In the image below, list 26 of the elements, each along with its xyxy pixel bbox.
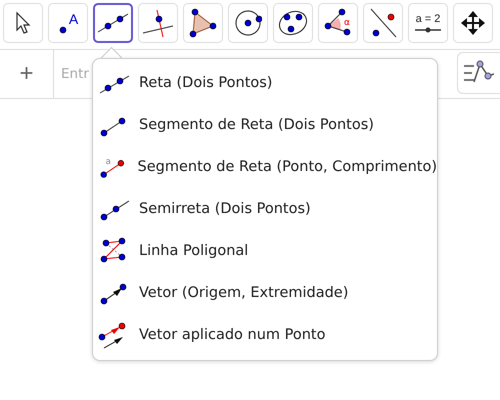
tool-button[interactable]: α [318, 3, 358, 43]
line-icon [96, 11, 130, 35]
reflect-icon [368, 7, 398, 39]
angle-label: α [344, 18, 350, 28]
tool-button[interactable] [93, 3, 133, 43]
tool-button[interactable]: a = 2 [408, 3, 448, 43]
menu-item[interactable]: Semirreta (Dois Pontos) [93, 188, 437, 230]
perpendicular-line-icon [141, 8, 175, 38]
slider-icon [415, 27, 441, 33]
ellipse-icon [277, 9, 309, 37]
circle-icon [234, 9, 262, 37]
input-field[interactable]: Entr [54, 64, 91, 84]
move-arrows-icon [460, 10, 486, 36]
menu-item[interactable]: Linha Poligonal [93, 230, 437, 272]
menu-item[interactable]: a Segmento de Reta (Ponto, Comprimento) [93, 146, 437, 188]
point-icon [58, 25, 68, 35]
slider-label: a = 2 [416, 13, 440, 25]
algebra-toggle[interactable] [457, 52, 500, 94]
point-label: A [68, 11, 78, 27]
menu-item[interactable]: Reta (Dois Pontos) [93, 62, 437, 104]
tool-button[interactable]: A [48, 3, 88, 43]
menu-item[interactable]: Segmento de Reta (Dois Pontos) [93, 104, 437, 146]
cursor-icon [15, 11, 31, 35]
menu-item[interactable]: Vetor (Origem, Extremidade) [93, 272, 437, 314]
triangle-icon [189, 8, 217, 38]
menu-item[interactable]: Vetor aplicado num Ponto [93, 314, 437, 356]
